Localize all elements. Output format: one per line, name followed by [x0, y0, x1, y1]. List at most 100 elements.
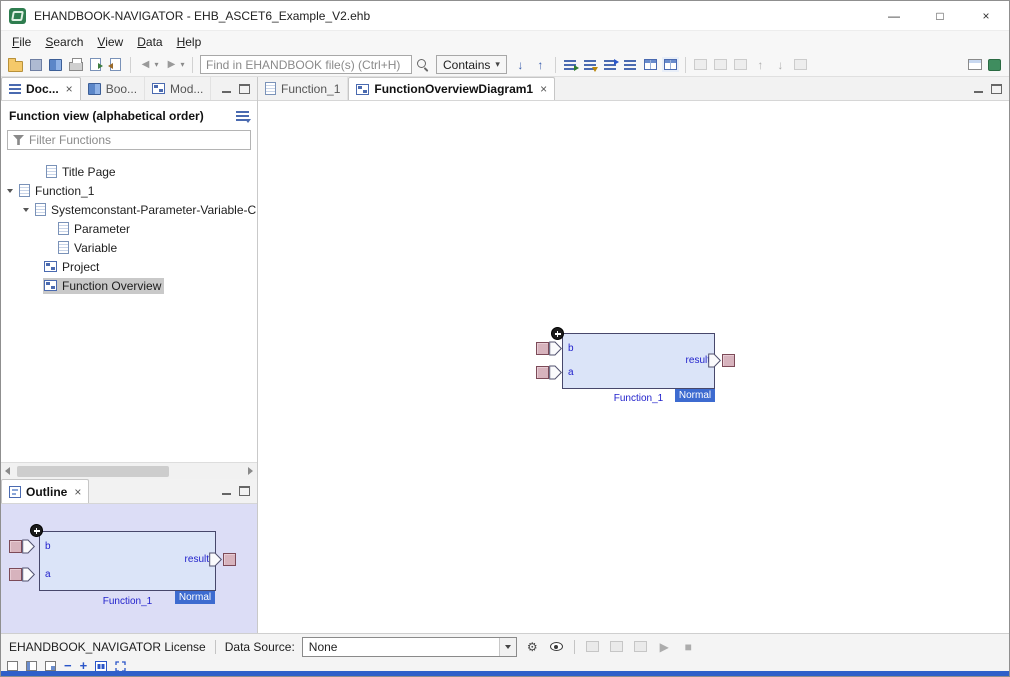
tree-item-label: Project: [62, 260, 99, 274]
output-port-result[interactable]: [223, 553, 236, 566]
view-menu-icon[interactable]: [236, 111, 249, 121]
find-next-icon[interactable]: ↓: [511, 55, 530, 74]
port-arrow-icon: [22, 567, 35, 582]
expand-all-icon[interactable]: [561, 55, 580, 74]
tab-documents[interactable]: Doc... ×: [1, 77, 81, 100]
tree-item-label: Parameter: [74, 222, 130, 236]
find-input[interactable]: [200, 55, 412, 74]
chevron-down-icon[interactable]: [499, 638, 516, 656]
tree-item-function-1[interactable]: Function_1: [1, 181, 257, 200]
tab-label: Function_1: [281, 82, 340, 96]
menu-file[interactable]: File: [5, 33, 38, 51]
search-icon[interactable]: [413, 55, 432, 74]
tab-outline[interactable]: Outline ×: [1, 479, 89, 503]
open-handbook-icon[interactable]: [6, 55, 25, 74]
printer-icon: [69, 62, 83, 71]
export-diagram-icon[interactable]: [691, 55, 710, 74]
outline-icon: [9, 486, 21, 498]
table-frame-view-icon[interactable]: [661, 55, 680, 74]
maximize-panel-icon[interactable]: [991, 84, 1002, 94]
chevron-down-icon[interactable]: [7, 189, 13, 193]
library-icon[interactable]: [46, 55, 65, 74]
document-tree-icon: [9, 84, 21, 94]
scrollbar-thumb[interactable]: [17, 466, 169, 477]
filter-input[interactable]: [7, 130, 251, 150]
close-icon[interactable]: ×: [540, 82, 547, 96]
measure-export-icon[interactable]: [632, 638, 649, 656]
state-badge: Normal: [675, 389, 715, 402]
minimize-panel-icon[interactable]: [221, 486, 232, 496]
close-icon[interactable]: ×: [74, 485, 81, 499]
move-down-icon[interactable]: ↓: [771, 55, 790, 74]
outline-canvas[interactable]: b a result Function_1 Normal: [1, 504, 257, 633]
tree-item-function-overview[interactable]: Function Overview: [1, 276, 257, 295]
link-with-editor-icon[interactable]: [601, 55, 620, 74]
tree-item-variable[interactable]: Variable: [1, 238, 257, 257]
open-ehandbook-icon[interactable]: [985, 55, 1004, 74]
refresh-diagram-icon[interactable]: [791, 55, 810, 74]
back-dropdown-icon[interactable]: ▾: [152, 55, 161, 74]
horizontal-scrollbar[interactable]: [1, 462, 257, 479]
chevron-down-icon[interactable]: [23, 208, 29, 212]
maximize-panel-icon[interactable]: [239, 486, 250, 496]
close-icon[interactable]: ×: [66, 82, 73, 96]
tree-item-systemconstant[interactable]: Systemconstant-Parameter-Variable-C: [1, 200, 257, 219]
gray-box-icon: [714, 59, 727, 70]
tree-item-title-page[interactable]: Title Page: [1, 162, 257, 181]
sort-list-icon[interactable]: [621, 55, 640, 74]
input-port-a[interactable]: [536, 366, 549, 379]
status-bar: EHANDBOOK_NAVIGATOR License Data Source:…: [1, 633, 1009, 659]
maximize-button[interactable]: □: [917, 1, 963, 31]
stop-icon[interactable]: ■: [680, 638, 697, 656]
expand-block-icon[interactable]: [551, 327, 564, 340]
port-arrow-icon: [22, 539, 35, 554]
import-document-icon[interactable]: [106, 55, 125, 74]
input-port-b[interactable]: [536, 342, 549, 355]
tab-models[interactable]: Mod...: [145, 77, 211, 100]
export-image-icon[interactable]: [731, 55, 750, 74]
tree-item-parameter[interactable]: Parameter: [1, 219, 257, 238]
move-up-icon[interactable]: ↑: [751, 55, 770, 74]
minimize-panel-icon[interactable]: [973, 84, 984, 94]
table-view-icon[interactable]: [641, 55, 660, 74]
gear-icon[interactable]: ⚙: [524, 638, 541, 656]
maximize-panel-icon[interactable]: [239, 84, 250, 94]
print-icon[interactable]: [66, 55, 85, 74]
minimize-panel-icon[interactable]: [221, 84, 232, 94]
menu-view[interactable]: View: [90, 33, 130, 51]
eye-icon[interactable]: [548, 638, 565, 656]
minimize-button[interactable]: —: [871, 1, 917, 31]
menu-help[interactable]: Help: [170, 33, 209, 51]
tree-item-project[interactable]: Project: [1, 257, 257, 276]
data-source-select[interactable]: None: [302, 637, 517, 657]
save-icon[interactable]: [26, 55, 45, 74]
diagram-canvas[interactable]: b a result Function_1 Normal: [258, 101, 1009, 633]
tab-function-1[interactable]: Function_1: [258, 77, 348, 100]
document-icon: [58, 241, 69, 254]
forward-dropdown-icon[interactable]: ▾: [178, 55, 187, 74]
input-port-a[interactable]: [9, 568, 22, 581]
scroll-right-icon[interactable]: [248, 467, 253, 475]
input-port-b[interactable]: [9, 540, 22, 553]
contains-label: Contains: [443, 58, 490, 72]
find-previous-icon[interactable]: ↑: [531, 55, 550, 74]
scroll-left-icon[interactable]: [5, 467, 10, 475]
play-icon[interactable]: ▶: [656, 638, 673, 656]
collapse-all-icon[interactable]: [581, 55, 600, 74]
output-port-result[interactable]: [722, 354, 735, 367]
console-view-icon[interactable]: [965, 55, 984, 74]
tab-bookmarks[interactable]: Boo...: [81, 77, 145, 100]
function-overview-icon: [44, 280, 57, 291]
menu-search[interactable]: Search: [38, 33, 90, 51]
document-icon: [19, 184, 30, 197]
record-icon[interactable]: [584, 638, 601, 656]
tab-label: Outline: [26, 485, 67, 499]
close-button[interactable]: ×: [963, 1, 1009, 31]
contains-dropdown[interactable]: Contains ▾: [436, 55, 507, 74]
expand-block-icon[interactable]: [30, 524, 43, 537]
export-document-icon[interactable]: [86, 55, 105, 74]
snapshot-icon[interactable]: [608, 638, 625, 656]
tab-function-overview-diagram-1[interactable]: FunctionOverviewDiagram1 ×: [348, 77, 555, 100]
menu-data[interactable]: Data: [130, 33, 169, 51]
export-table-icon[interactable]: [711, 55, 730, 74]
